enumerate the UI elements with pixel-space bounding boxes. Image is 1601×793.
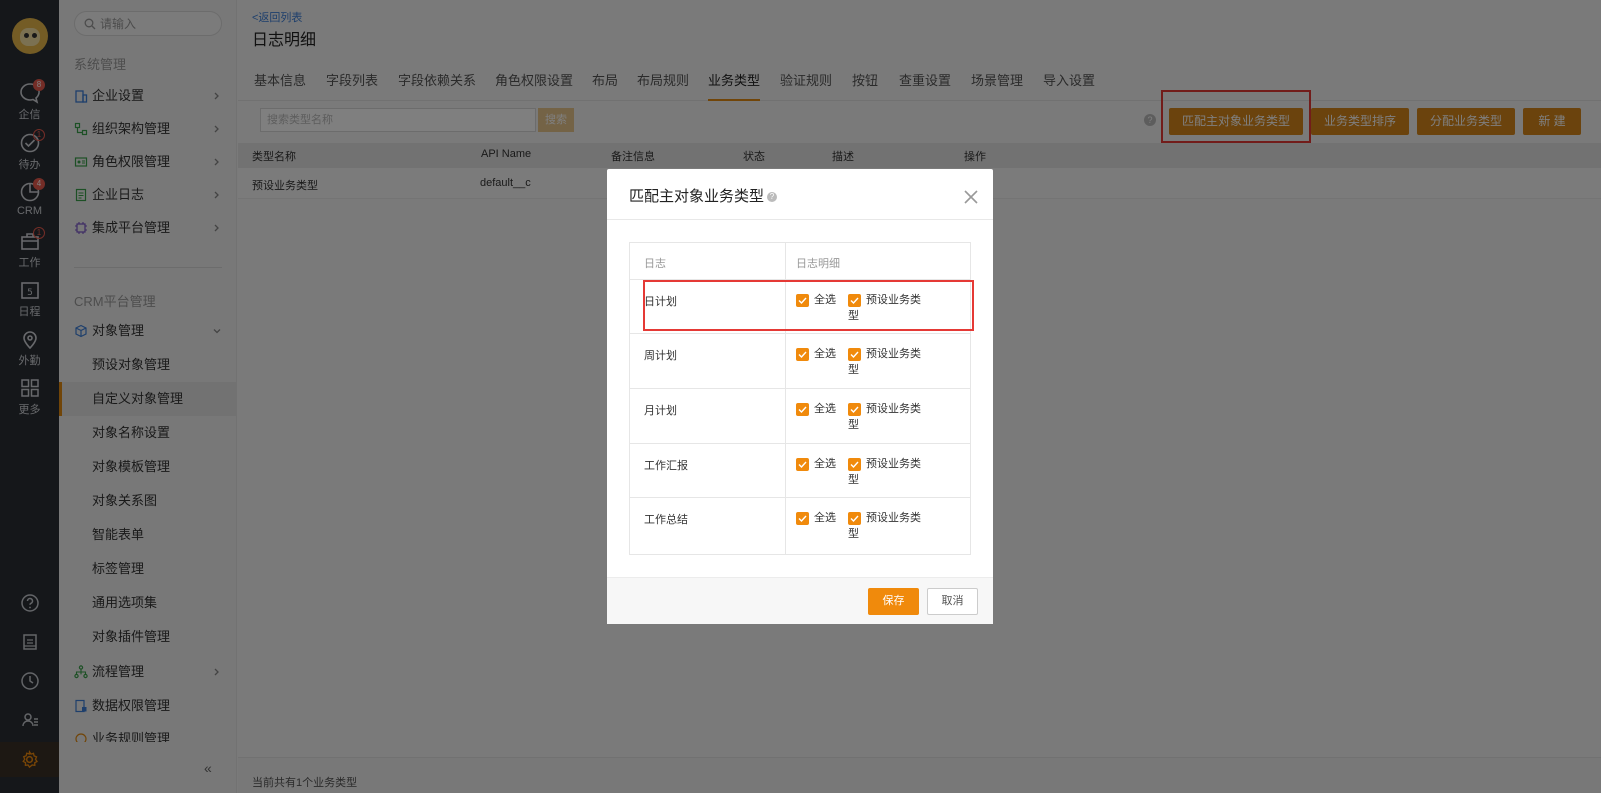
master-type-name: 周计划 [644, 350, 677, 362]
mapping-row: 工作汇报 全选 预设业务类 型 [630, 443, 970, 498]
dialog-title: 匹配主对象业务类型? [629, 185, 778, 206]
preset-type-label: 预设业务类 [866, 458, 921, 470]
mapping-row: 周计划 全选 预设业务类 型 [630, 333, 970, 388]
select-all-checkbox[interactable] [796, 348, 809, 361]
select-all-label: 全选 [814, 458, 836, 470]
check-icon [850, 406, 859, 414]
mapping-row: 月计划 全选 预设业务类 型 [630, 388, 970, 443]
check-icon [798, 515, 807, 523]
match-type-dialog: 匹配主对象业务类型? 日志 日志明细 日计划 全选 预设业务类 型 周计划 全选… [607, 169, 993, 624]
select-all-label: 全选 [814, 348, 836, 360]
preset-type-checkbox[interactable] [848, 348, 861, 361]
question-icon[interactable]: ? [767, 192, 778, 203]
preset-type-checkbox[interactable] [848, 458, 861, 471]
check-icon [798, 406, 807, 414]
preset-type-label: 预设业务类 [866, 348, 921, 360]
preset-type-label-wrap: 型 [848, 364, 859, 376]
preset-type-label: 预设业务类 [866, 403, 921, 415]
master-type-name: 工作总结 [644, 514, 688, 526]
save-button[interactable]: 保存 [868, 588, 919, 615]
mapping-header-master: 日志 [644, 258, 666, 270]
select-all-label: 全选 [814, 512, 836, 524]
dialog-footer: 保存 取消 [607, 577, 993, 624]
preset-type-label-wrap: 型 [848, 419, 859, 431]
preset-type-checkbox[interactable] [848, 403, 861, 416]
close-icon[interactable] [963, 189, 979, 205]
select-all-checkbox[interactable] [796, 403, 809, 416]
dialog-title-text: 匹配主对象业务类型 [629, 188, 765, 205]
select-all-checkbox[interactable] [796, 512, 809, 525]
mapping-row: 工作总结 全选 预设业务类 型 [630, 497, 970, 552]
select-all-checkbox[interactable] [796, 458, 809, 471]
check-icon [850, 351, 859, 359]
preset-type-label-wrap: 型 [848, 474, 859, 486]
highlight-box-first-row [643, 280, 974, 331]
check-icon [850, 515, 859, 523]
master-type-name: 月计划 [644, 405, 677, 417]
preset-type-label-wrap: 型 [848, 528, 859, 540]
preset-type-label: 预设业务类 [866, 512, 921, 524]
select-all-label: 全选 [814, 403, 836, 415]
mapping-header-detail: 日志明细 [796, 258, 840, 270]
check-icon [798, 351, 807, 359]
dialog-divider [607, 219, 993, 220]
preset-type-checkbox[interactable] [848, 512, 861, 525]
check-icon [850, 461, 859, 469]
master-type-name: 工作汇报 [644, 460, 688, 472]
check-icon [798, 461, 807, 469]
cancel-button[interactable]: 取消 [927, 588, 978, 615]
